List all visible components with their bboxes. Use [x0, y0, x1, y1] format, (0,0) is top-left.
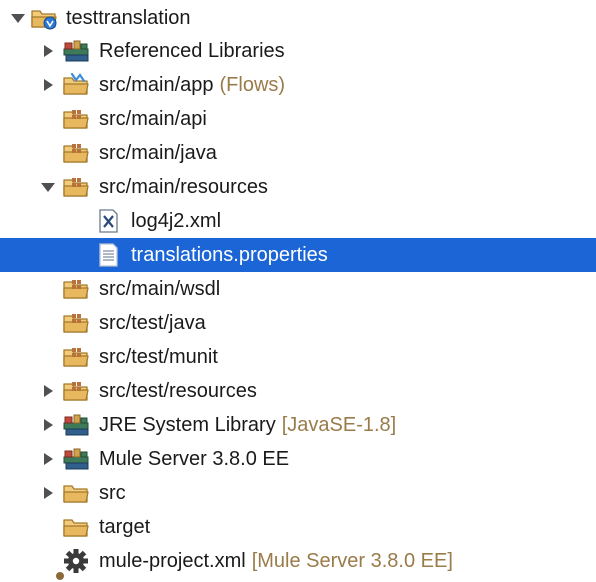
package-folder-icon — [62, 378, 90, 404]
package-folder-icon — [62, 344, 90, 370]
collapse-arrow-icon[interactable] — [40, 77, 56, 93]
package-explorer-tree: testtranslation Referenced Libraries src… — [0, 0, 596, 578]
tree-item-label: src/main/api — [99, 108, 207, 130]
tree-item-label: src/main/java — [99, 142, 217, 164]
tree-item-jre-system-library[interactable]: JRE System Library [JavaSE-1.8] — [0, 408, 596, 442]
tree-item-src-main-java[interactable]: src/main/java — [0, 136, 596, 170]
flows-package-icon — [63, 72, 89, 95]
package-folder-icon — [62, 140, 90, 166]
tree-item-decoration: (Flows) — [219, 74, 286, 96]
tree-item-mule-server[interactable]: Mule Server 3.8.0 EE — [0, 442, 596, 476]
tree-item-label: src/main/resources — [99, 176, 268, 198]
tree-item-referenced-libraries[interactable]: Referenced Libraries — [0, 34, 596, 68]
tree-item-src-main-wsdl[interactable]: src/main/wsdl — [0, 272, 596, 306]
mule-project-icon — [31, 10, 57, 30]
package-folder-icon — [62, 310, 90, 336]
collapse-arrow-icon[interactable] — [40, 417, 56, 433]
tree-item-label: src/test/resources — [99, 380, 257, 402]
tree-item-src-main-app[interactable]: src/main/app (Flows) — [0, 68, 596, 102]
tree-item-label: target — [99, 516, 151, 538]
tree-item-label: log4j2.xml — [131, 210, 222, 232]
tree-item-project[interactable]: testtranslation — [0, 1, 596, 35]
tree-item-label: Mule Server 3.8.0 EE — [99, 448, 290, 470]
tree-item-decoration: [Mule Server 3.8.0 EE] — [251, 550, 453, 572]
tree-item-label: translations.properties — [131, 244, 328, 266]
gear-icon — [64, 549, 88, 573]
tree-item-src-test-resources[interactable]: src/test/resources — [0, 374, 596, 408]
tree-item-mule-project-xml[interactable]: mule-project.xml [Mule Server 3.8.0 EE] — [0, 544, 596, 578]
collapse-arrow-icon[interactable] — [40, 485, 56, 501]
collapse-arrow-icon[interactable] — [40, 43, 56, 59]
xml-file-icon — [99, 209, 118, 233]
folder-icon — [63, 519, 89, 537]
library-icon — [63, 40, 89, 62]
tree-item-src-main-api[interactable]: src/main/api — [0, 102, 596, 136]
tree-item-label: src/main/wsdl — [99, 278, 221, 300]
package-folder-icon — [62, 106, 90, 132]
next-item-icon-fragment — [56, 572, 64, 580]
library-icon — [63, 448, 89, 470]
tree-item-src-test-munit[interactable]: src/test/munit — [0, 340, 596, 374]
tree-item-target[interactable]: target — [0, 510, 596, 544]
collapse-arrow-icon[interactable] — [40, 451, 56, 467]
package-folder-icon — [62, 174, 90, 200]
tree-item-label: testtranslation — [66, 7, 191, 29]
tree-item-label: mule-project.xml — [99, 550, 246, 572]
tree-item-src[interactable]: src — [0, 476, 596, 510]
expand-arrow-icon[interactable] — [40, 179, 56, 195]
folder-icon — [63, 485, 89, 503]
expand-arrow-icon[interactable] — [10, 10, 26, 26]
tree-item-decoration: [JavaSE-1.8] — [281, 414, 397, 436]
tree-item-translations-properties[interactable]: translations.properties — [0, 238, 596, 272]
text-file-icon — [99, 243, 118, 267]
tree-item-label: src/main/app — [99, 74, 214, 96]
tree-item-src-main-resources[interactable]: src/main/resources — [0, 170, 596, 204]
collapse-arrow-icon[interactable] — [40, 383, 56, 399]
tree-item-src-test-java[interactable]: src/test/java — [0, 306, 596, 340]
tree-item-log4j2-xml[interactable]: log4j2.xml — [0, 204, 596, 238]
tree-item-label: JRE System Library — [99, 414, 276, 436]
tree-item-label: src/test/java — [99, 312, 206, 334]
tree-item-label: src/test/munit — [99, 346, 218, 368]
package-folder-icon — [62, 276, 90, 302]
library-icon — [63, 414, 89, 436]
tree-item-label: Referenced Libraries — [99, 40, 285, 62]
tree-item-label: src — [99, 482, 126, 504]
